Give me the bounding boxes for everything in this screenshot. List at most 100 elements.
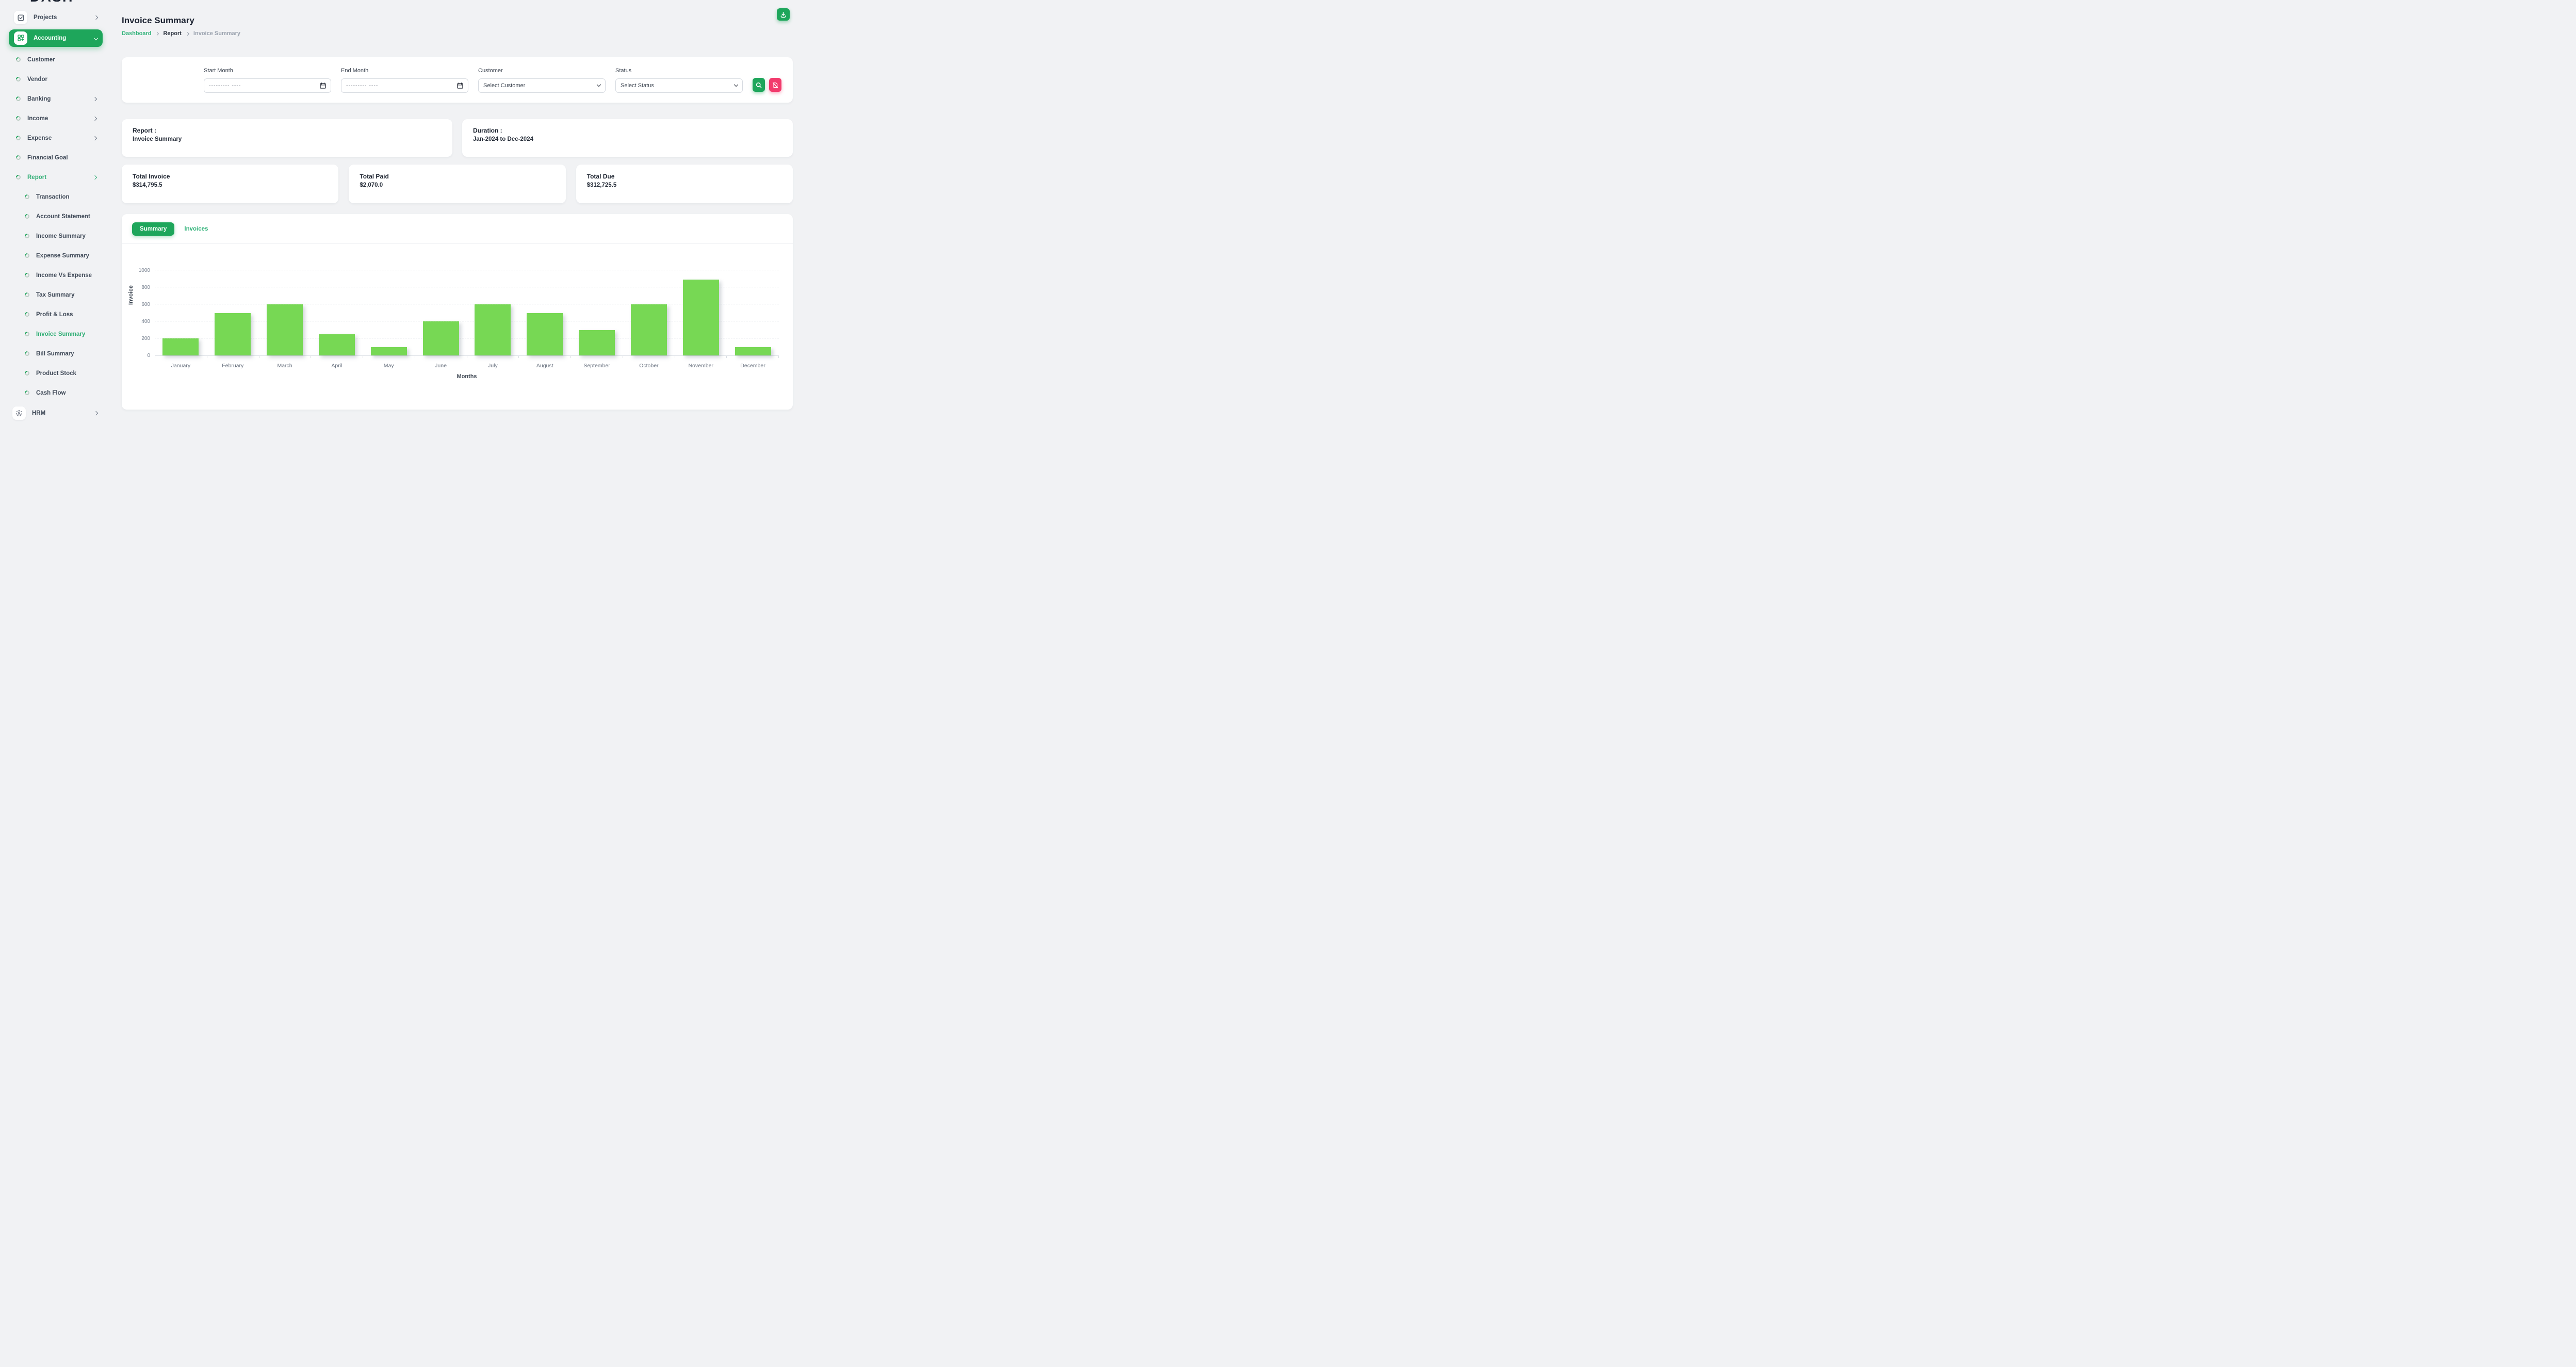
status-group: Status Select Status (615, 68, 743, 93)
download-icon (780, 11, 787, 18)
sidebar-item-financial-goal[interactable]: Financial Goal (0, 148, 107, 168)
ring-icon (24, 350, 30, 357)
sidebar-item-bill-summary[interactable]: Bill Summary (0, 344, 107, 364)
sidebar-item-product-stock[interactable]: Product Stock (0, 364, 107, 383)
x-tick (623, 356, 675, 358)
breadcrumb-item: Invoice Summary (193, 30, 240, 37)
sidebar-item-income-summary[interactable]: Income Summary (0, 226, 107, 246)
duration-card-value: Jan-2024 to Dec-2024 (473, 136, 782, 142)
sidebar-item-label: Report (27, 174, 46, 181)
app-logo[interactable]: DASH (30, 0, 107, 5)
y-tick-label: 600 (141, 302, 150, 307)
bar-slot-july (467, 304, 519, 355)
bar-june (423, 321, 459, 355)
sidebar-item-label: Income (27, 116, 48, 122)
sidebar-item-label: HRM (32, 410, 45, 416)
chart-tabs: Summary Invoices (122, 214, 793, 244)
sidebar-item-expense-summary[interactable]: Expense Summary (0, 246, 107, 266)
sidebar-item-label: Customer (27, 57, 55, 63)
start-month-label: Start Month (204, 68, 331, 74)
filter-card: Start Month --------- ---- End Month ---… (122, 57, 793, 103)
sidebar-item-income-vs-expense[interactable]: Income Vs Expense (0, 266, 107, 285)
x-tick (415, 356, 467, 358)
start-month-input[interactable]: --------- ---- (204, 78, 331, 93)
app-root: DASH Projects Accounting CustomerVendorB… (0, 0, 805, 427)
breadcrumb-separator-icon (186, 31, 189, 35)
sidebar-item-account-statement[interactable]: Account Statement (0, 207, 107, 226)
ring-icon (15, 56, 22, 63)
start-month-placeholder: --------- ---- (209, 83, 241, 89)
apply-filter-button[interactable] (753, 78, 765, 92)
bar-april (319, 334, 355, 355)
sidebar-item-expense[interactable]: Expense (0, 128, 107, 148)
x-tick (363, 356, 415, 358)
chart-x-axis-title: Months (155, 373, 779, 380)
bar-slot-november (675, 280, 727, 355)
bar-slot-august (519, 313, 571, 356)
x-axis-label: August (519, 363, 571, 369)
ring-icon (24, 331, 30, 337)
customer-select[interactable]: Select Customer (478, 78, 606, 93)
total-card-label: Total Paid (360, 173, 555, 180)
chart-bars (155, 262, 779, 355)
chevron-right-icon (93, 175, 97, 180)
sidebar-item-projects[interactable]: Projects (9, 9, 103, 26)
bar-july (475, 304, 511, 355)
download-button[interactable] (777, 8, 790, 21)
status-select[interactable]: Select Status (615, 78, 743, 93)
tab-invoices[interactable]: Invoices (184, 226, 208, 232)
clear-filter-icon (772, 82, 778, 88)
totals-row: Total Invoice$314,795.5Total Paid$2,070.… (122, 165, 793, 203)
calendar-icon[interactable] (320, 83, 326, 89)
x-axis-label: February (207, 363, 259, 369)
app-logo-text: DASH (30, 0, 107, 5)
ring-icon (24, 311, 30, 318)
x-tick (155, 356, 207, 358)
end-month-input[interactable]: --------- ---- (341, 78, 468, 93)
x-axis-label: April (311, 363, 363, 369)
report-card-value: Invoice Summary (133, 136, 442, 142)
breadcrumb-item[interactable]: Dashboard (122, 30, 151, 37)
sidebar-item-invoice-summary[interactable]: Invoice Summary (0, 324, 107, 344)
chart-card: Summary Invoices Invoice 020040060080010… (122, 214, 793, 410)
bar-september (579, 330, 615, 356)
chevron-down-icon (734, 83, 738, 87)
breadcrumb-item[interactable]: Report (163, 30, 181, 37)
x-axis-label: June (415, 363, 467, 369)
calendar-icon[interactable] (457, 83, 463, 89)
bar-march (267, 304, 303, 355)
x-tick (571, 356, 623, 358)
sidebar-item-tax-summary[interactable]: Tax Summary (0, 285, 107, 305)
bar-may (371, 347, 407, 356)
y-tick-label: 200 (141, 336, 150, 341)
chevron-right-icon (93, 97, 97, 101)
sidebar-item-banking[interactable]: Banking (0, 89, 107, 109)
sidebar-item-profit-loss[interactable]: Profit & Loss (0, 305, 107, 324)
main-content: Invoice Summary Dashboard Report Invoice S… (107, 0, 805, 427)
tab-summary[interactable]: Summary (132, 222, 174, 236)
sidebar-item-transaction[interactable]: Transaction (0, 187, 107, 207)
x-axis-label: March (259, 363, 311, 369)
ring-icon (15, 154, 22, 161)
sidebar-item-label: Expense Summary (36, 253, 89, 259)
x-tick (467, 356, 519, 358)
sidebar-item-label: Cash Flow (36, 390, 66, 396)
sidebar-item-label: Income Summary (36, 233, 86, 239)
chevron-right-icon (93, 117, 97, 121)
duration-card: Duration : Jan-2024 to Dec-2024 (462, 119, 793, 157)
sidebar-item-vendor[interactable]: Vendor (0, 70, 107, 89)
x-axis-label: December (727, 363, 779, 369)
customer-group: Customer Select Customer (478, 68, 606, 93)
reset-filter-button[interactable] (769, 78, 781, 92)
filter-buttons (753, 78, 781, 92)
sidebar-item-hrm[interactable]: HRM (0, 403, 107, 424)
bar-slot-december (727, 347, 779, 356)
sidebar-item-accounting[interactable]: Accounting (9, 29, 103, 47)
sidebar: DASH Projects Accounting CustomerVendorB… (0, 0, 107, 427)
sidebar-item-cash-flow[interactable]: Cash Flow (0, 383, 107, 403)
x-tick (311, 356, 363, 358)
sidebar-item-income[interactable]: Income (0, 109, 107, 128)
sidebar-item-customer[interactable]: Customer (0, 50, 107, 70)
sidebar-item-report[interactable]: Report (0, 168, 107, 187)
x-axis-ticks (155, 356, 779, 358)
